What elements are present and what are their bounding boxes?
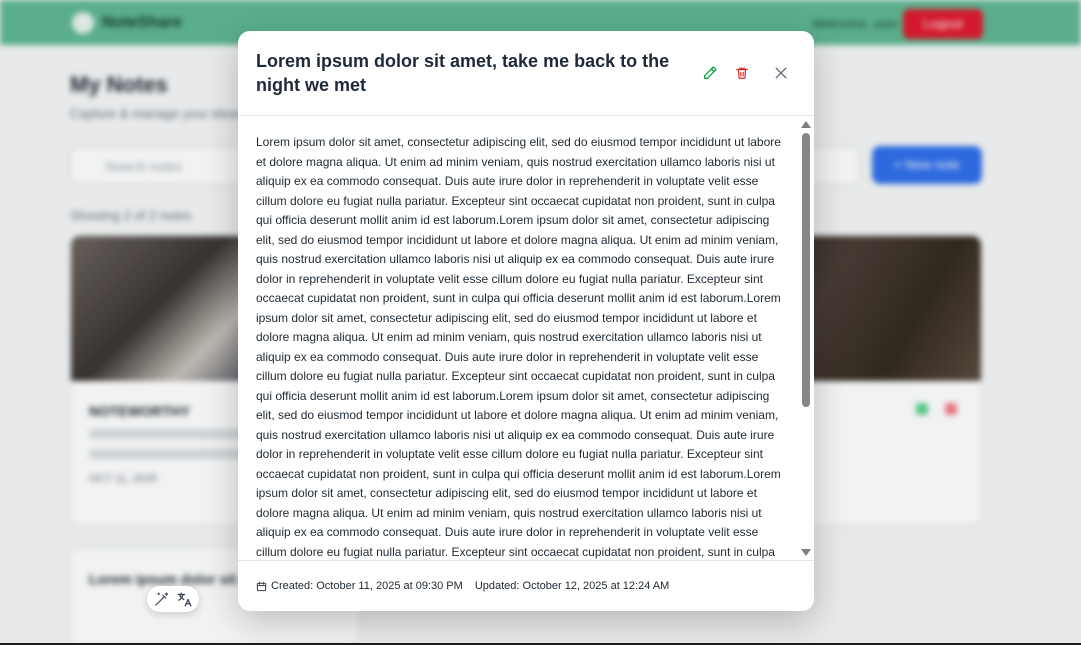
calendar-icon (256, 581, 267, 591)
modal-footer: Created: October 11, 2025 at 09:30 PM Up… (238, 560, 814, 611)
floating-toolbar (147, 586, 199, 612)
edit-button[interactable] (699, 62, 721, 84)
updated-timestamp: Updated: October 12, 2025 at 12:24 AM (474, 580, 670, 592)
trash-icon (736, 67, 748, 79)
created-timestamp: Created: October 11, 2025 at 09:30 PM (271, 580, 463, 592)
note-detail-modal: Lorem ipsum dolor sit amet, take me back… (238, 31, 814, 611)
modal-body[interactable]: Lorem ipsum dolor sit amet, consectetur … (238, 117, 814, 560)
close-icon (775, 67, 787, 79)
scroll-up-arrow-icon[interactable] (801, 121, 811, 128)
close-button[interactable] (770, 62, 792, 84)
pencil-icon (704, 66, 717, 79)
magic-wand-icon[interactable] (153, 591, 170, 608)
delete-button[interactable] (731, 62, 753, 84)
modal-title: Lorem ipsum dolor sit amet, take me back… (256, 51, 670, 95)
translate-icon[interactable] (176, 591, 193, 608)
scrollbar-thumb[interactable] (802, 133, 810, 407)
note-content: Lorem ipsum dolor sit amet, consectetur … (256, 135, 781, 559)
scroll-down-arrow-icon[interactable] (801, 549, 811, 556)
note-timestamps: Created: October 11, 2025 at 09:30 PM Up… (256, 580, 669, 592)
scrollbar[interactable] (800, 117, 812, 560)
modal-header: Lorem ipsum dolor sit amet, take me back… (238, 31, 814, 116)
